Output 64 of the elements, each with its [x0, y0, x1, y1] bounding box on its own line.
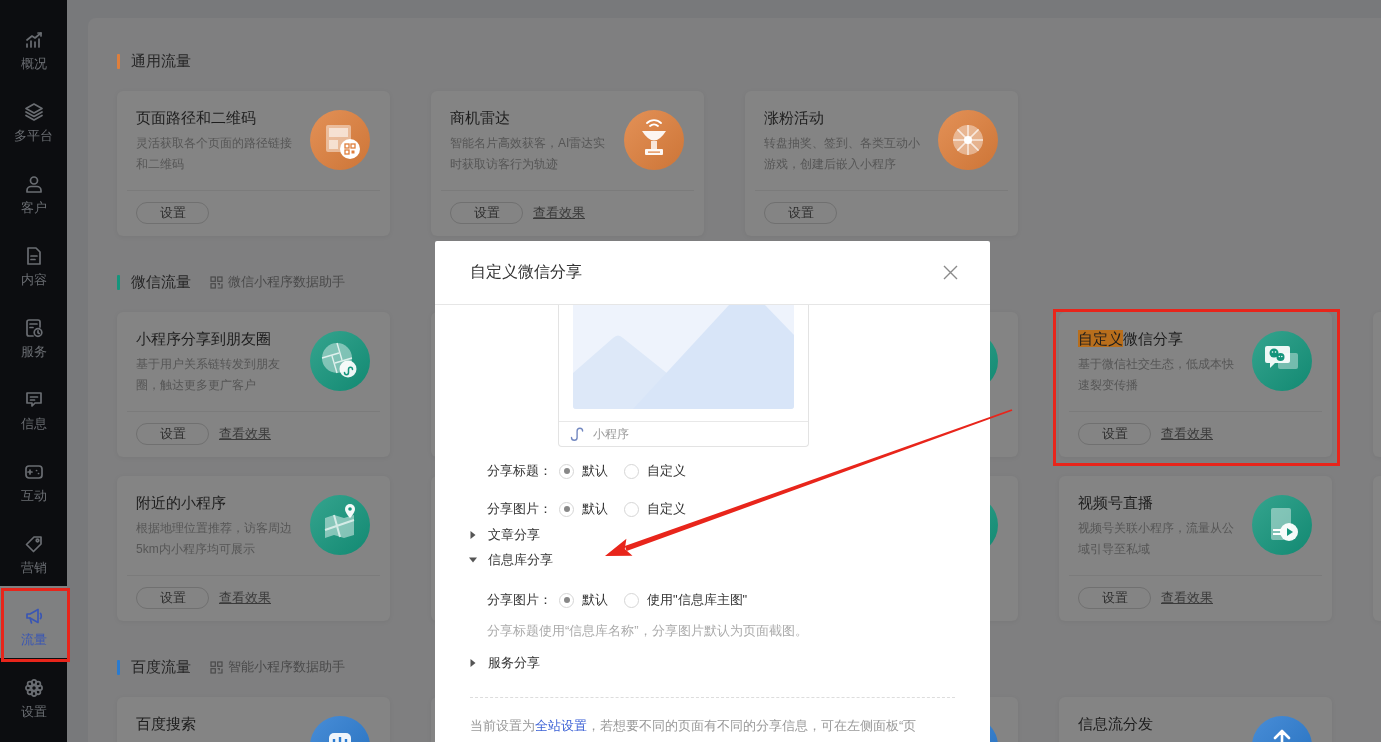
tag-icon [23, 534, 44, 554]
sidebar-item[interactable]: 客户 [0, 154, 67, 226]
sidebar-item[interactable]: 概况 [0, 10, 67, 82]
card-title: 商机雷达 [450, 108, 510, 128]
hint-text: 分享标题使用“信息库名称”，分享图片默认为页面截图。 [486, 622, 809, 640]
radio-label[interactable]: 使用"信息库主图" [647, 591, 748, 609]
chat-bubbles-icon [1252, 331, 1312, 391]
map-pin-icon [310, 495, 370, 555]
grid-icon [210, 275, 223, 289]
section-title: 微信流量 [131, 272, 191, 292]
card-title: 百度搜索 [136, 714, 196, 734]
sidebar-item[interactable]: 互动 [0, 442, 67, 514]
sidebar-item[interactable]: 内容 [0, 226, 67, 298]
card-title: 涨粉活动 [764, 108, 824, 128]
link-icon [569, 426, 585, 442]
radio-label[interactable]: 自定义 [647, 462, 686, 480]
radio-label[interactable]: 默认 [582, 500, 608, 518]
video-play-icon [1252, 495, 1312, 555]
person-icon [23, 174, 44, 194]
preview-caption: 小程序 [593, 425, 629, 443]
card-title: 页面路径和二维码 [136, 108, 256, 128]
message-icon [23, 390, 44, 410]
close-icon [943, 265, 958, 280]
footer-note: 当前设置为全站设置，若想要不同的页面有不同的分享信息，可在左侧面板“页 [470, 717, 918, 735]
view-effect-link[interactable]: 查看效果 [1161, 425, 1213, 443]
aperture-link-icon [310, 331, 370, 391]
radio-label[interactable]: 自定义 [647, 500, 686, 518]
card-title: 附近的小程序 [136, 493, 226, 513]
radio-label[interactable]: 默认 [582, 462, 608, 480]
close-button[interactable] [943, 265, 958, 280]
view-effect-link[interactable]: 查看效果 [219, 425, 271, 443]
card-title: 自定义微信分享 [1078, 329, 1183, 349]
grid-icon [210, 660, 223, 674]
sidebar-item[interactable]: 营销 [0, 514, 67, 586]
collapse-toggle[interactable]: 文章分享 [470, 525, 540, 545]
megaphone-icon [23, 606, 44, 626]
sidebar-item[interactable]: 多平台 [0, 82, 67, 154]
layers-icon [23, 102, 44, 122]
settings-icon [23, 678, 44, 698]
card-title: 小程序分享到朋友圈 [136, 329, 271, 349]
field-label: 分享标题： [487, 462, 552, 480]
document-clock-icon [23, 318, 44, 338]
field-label: 分享图片： [487, 500, 552, 518]
view-effect-link[interactable]: 查看效果 [1161, 589, 1213, 607]
section-title: 通用流量 [131, 51, 191, 71]
chart-icon [23, 30, 44, 50]
sidebar-item[interactable]: 服务 [0, 298, 67, 370]
view-effect-link[interactable]: 查看效果 [533, 204, 585, 222]
collapse-toggle[interactable]: 服务分享 [470, 653, 540, 673]
collapse-toggle[interactable]: 信息库分享 [470, 550, 553, 570]
sidebar-item[interactable]: 设置 [0, 658, 67, 730]
section-title: 百度流量 [131, 657, 191, 677]
radio-label[interactable]: 默认 [582, 591, 608, 609]
settings-link[interactable]: 全站设置 [535, 718, 587, 733]
wheel-icon [938, 110, 998, 170]
view-effect-link[interactable]: 查看效果 [219, 589, 271, 607]
card-title: 视频号直播 [1078, 493, 1153, 513]
sidebar-item[interactable]: 信息 [0, 370, 67, 442]
gamepad-icon [23, 462, 44, 482]
card-title: 信息流分发 [1078, 714, 1153, 734]
dialog-title: 自定义微信分享 [470, 262, 582, 282]
field-label: 分享图片： [487, 591, 552, 609]
page-qr-icon [310, 110, 370, 170]
radar-icon [624, 110, 684, 170]
